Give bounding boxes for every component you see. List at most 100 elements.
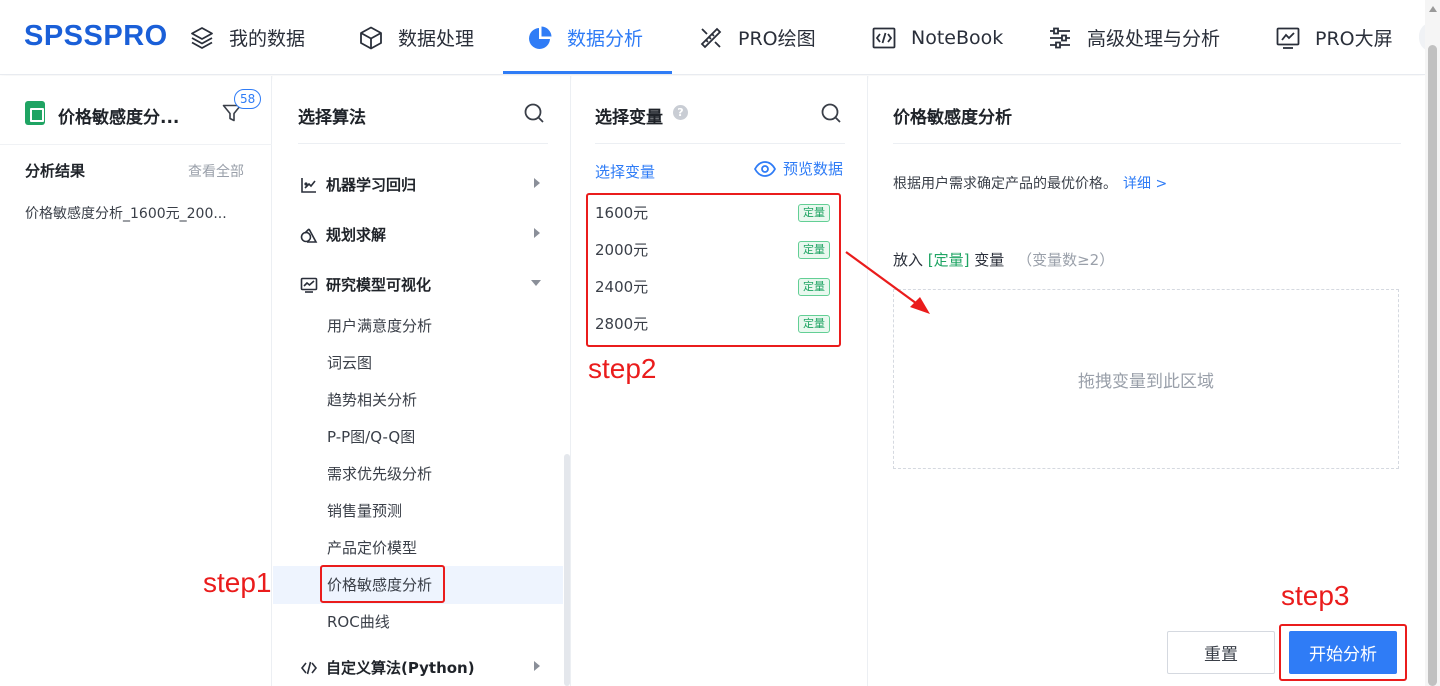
view-all-link[interactable]: 查看全部 bbox=[188, 161, 244, 181]
search-icon[interactable] bbox=[523, 102, 545, 124]
config-panel-title: 价格敏感度分析 bbox=[893, 108, 1012, 128]
category-label: 机器学习回归 bbox=[326, 176, 417, 194]
nav-data-analysis[interactable]: 数据分析 bbox=[527, 0, 643, 75]
variable-name: 1600元 bbox=[595, 204, 649, 222]
nav-pro-drawing[interactable]: PRO绘图 bbox=[698, 0, 816, 75]
algo-item-price-sensitivity[interactable]: 价格敏感度分析 bbox=[327, 574, 432, 595]
divider bbox=[298, 143, 548, 144]
preview-data-button[interactable]: 预览数据 bbox=[754, 158, 843, 179]
nav-label: NoteBook bbox=[911, 26, 1004, 49]
category-ml-regression[interactable]: 机器学习回归 bbox=[300, 174, 416, 195]
nav-label: PRO绘图 bbox=[738, 28, 816, 50]
quantitative-tag: 定量 bbox=[798, 203, 830, 222]
nav-label: 数据处理 bbox=[398, 28, 475, 50]
variable-dropzone[interactable]: 拖拽变量到此区域 bbox=[893, 289, 1399, 469]
description-text: 根据用户需求确定产品的最优价格。 bbox=[893, 176, 1117, 192]
chevron-right-icon[interactable] bbox=[534, 661, 540, 671]
scroll-up-arrow-icon[interactable] bbox=[1429, 6, 1437, 12]
divider bbox=[595, 143, 845, 144]
category-custom-python[interactable]: 自定义算法(Python) bbox=[300, 657, 475, 678]
variable-name: 2800元 bbox=[595, 315, 649, 333]
category-label: 自定义算法(Python) bbox=[326, 659, 475, 677]
panel-scrollbar[interactable] bbox=[564, 454, 570, 686]
results-title: 分析结果 bbox=[25, 162, 86, 180]
nav-label: 我的数据 bbox=[229, 28, 306, 50]
chevron-right-icon[interactable] bbox=[534, 178, 540, 188]
algorithm-panel-title: 选择算法 bbox=[298, 108, 366, 128]
quantitative-tag: 定量 bbox=[798, 314, 830, 333]
start-analysis-button[interactable]: 开始分析 bbox=[1289, 631, 1397, 674]
algo-item-wordcloud[interactable]: 词云图 bbox=[327, 352, 372, 373]
nav-label: 高级处理与分析 bbox=[1087, 28, 1221, 50]
code-icon bbox=[300, 661, 318, 674]
pie-chart-icon bbox=[529, 26, 552, 49]
variable-panel-title: 选择变量 bbox=[595, 108, 663, 128]
category-planning[interactable]: 规划求解 bbox=[300, 224, 386, 245]
algo-item-satisfaction[interactable]: 用户满意度分析 bbox=[327, 315, 432, 336]
nav-label: PRO大屏 bbox=[1315, 28, 1393, 50]
detail-link[interactable]: 详细 > bbox=[1123, 176, 1167, 192]
nav-pro-dashboard[interactable]: PRO大屏 bbox=[1275, 0, 1393, 75]
planning-icon bbox=[300, 227, 318, 243]
nav-notebook[interactable]: NoteBook bbox=[871, 0, 1003, 75]
arrow-annotation-icon bbox=[845, 251, 930, 314]
monitor-chart-icon bbox=[1276, 27, 1300, 49]
sliders-icon bbox=[1050, 27, 1070, 48]
chevron-right-icon[interactable] bbox=[534, 228, 540, 238]
variable-item[interactable]: 2800元 定量 bbox=[595, 305, 830, 342]
algorithm-description: 根据用户需求确定产品的最优价格。 详细 > bbox=[893, 173, 1167, 193]
app-window: SPSSPRO 我的数据 数据处理 数据分析 PRO绘图 NoteBook 高级… bbox=[0, 0, 1440, 686]
variable-name: 2000元 bbox=[595, 241, 649, 259]
select-variable-tab[interactable]: 选择变量 bbox=[595, 161, 655, 182]
eye-icon bbox=[754, 160, 776, 177]
search-icon[interactable] bbox=[820, 102, 842, 124]
logo[interactable]: SPSSPRO bbox=[24, 20, 168, 53]
divider bbox=[0, 144, 272, 145]
preview-label: 预览数据 bbox=[783, 160, 844, 178]
nav-data-processing[interactable]: 数据处理 bbox=[358, 0, 474, 75]
put-suffix: 变量 bbox=[974, 251, 1005, 269]
page-scrollbar[interactable] bbox=[1425, 0, 1440, 686]
category-label: 研究模型可视化 bbox=[326, 276, 432, 294]
filter-count-badge: 58 bbox=[234, 89, 262, 109]
file-title[interactable]: 价格敏感度分... bbox=[58, 103, 179, 128]
put-hint: （变量数≥2） bbox=[1017, 251, 1115, 269]
algo-item-sales-forecast[interactable]: 销售量预测 bbox=[327, 500, 402, 521]
step3-label: step3 bbox=[1281, 580, 1350, 611]
divider bbox=[893, 143, 1401, 144]
algo-item-roc[interactable]: ROC曲线 bbox=[327, 611, 390, 632]
variable-item[interactable]: 2000元 定量 bbox=[595, 231, 830, 268]
algo-item-demand-priority[interactable]: 需求优先级分析 bbox=[327, 463, 432, 484]
step2-label: step2 bbox=[588, 353, 657, 384]
drawing-tools-icon bbox=[700, 27, 722, 48]
nav-my-data[interactable]: 我的数据 bbox=[189, 0, 305, 75]
chevron-down-icon[interactable] bbox=[531, 280, 541, 286]
variable-name: 2400元 bbox=[595, 278, 649, 296]
step1-label: step1 bbox=[203, 567, 272, 598]
reset-button[interactable]: 重置 bbox=[1167, 631, 1275, 674]
quantitative-tag: 定量 bbox=[798, 277, 830, 296]
dropzone-hint: 拖拽变量到此区域 bbox=[1078, 371, 1214, 392]
nav-label: 数据分析 bbox=[567, 28, 644, 50]
help-icon[interactable]: ? bbox=[673, 105, 688, 120]
variable-item[interactable]: 1600元 定量 bbox=[595, 194, 830, 231]
code-icon bbox=[872, 27, 896, 48]
visual-chart-icon bbox=[300, 277, 318, 293]
nav-advanced[interactable]: 高级处理与分析 bbox=[1047, 0, 1220, 75]
quantitative-tag: 定量 bbox=[798, 240, 830, 259]
active-tab-indicator bbox=[503, 71, 672, 74]
algorithm-panel: 选择算法 机器学习回归 规划求解 研究模型可视化 用户满意度分析 词云图 趋势相… bbox=[273, 76, 571, 686]
cube-icon bbox=[360, 26, 382, 49]
variable-item[interactable]: 2400元 定量 bbox=[595, 268, 830, 305]
algo-item-pricing-model[interactable]: 产品定价模型 bbox=[327, 537, 417, 558]
algo-item-trend[interactable]: 趋势相关分析 bbox=[327, 389, 417, 410]
layers-icon bbox=[191, 26, 213, 49]
regression-chart-icon bbox=[301, 177, 316, 193]
category-visualization[interactable]: 研究模型可视化 bbox=[300, 274, 431, 295]
category-label: 规划求解 bbox=[326, 226, 387, 244]
top-nav: SPSSPRO 我的数据 数据处理 数据分析 PRO绘图 NoteBook 高级… bbox=[0, 0, 1433, 75]
scrollbar-thumb[interactable] bbox=[1428, 45, 1437, 686]
algo-item-pp-qq[interactable]: P-P图/Q-Q图 bbox=[327, 426, 415, 447]
result-item[interactable]: 价格敏感度分析_1600元_200... bbox=[25, 203, 227, 223]
spreadsheet-icon bbox=[25, 101, 45, 125]
